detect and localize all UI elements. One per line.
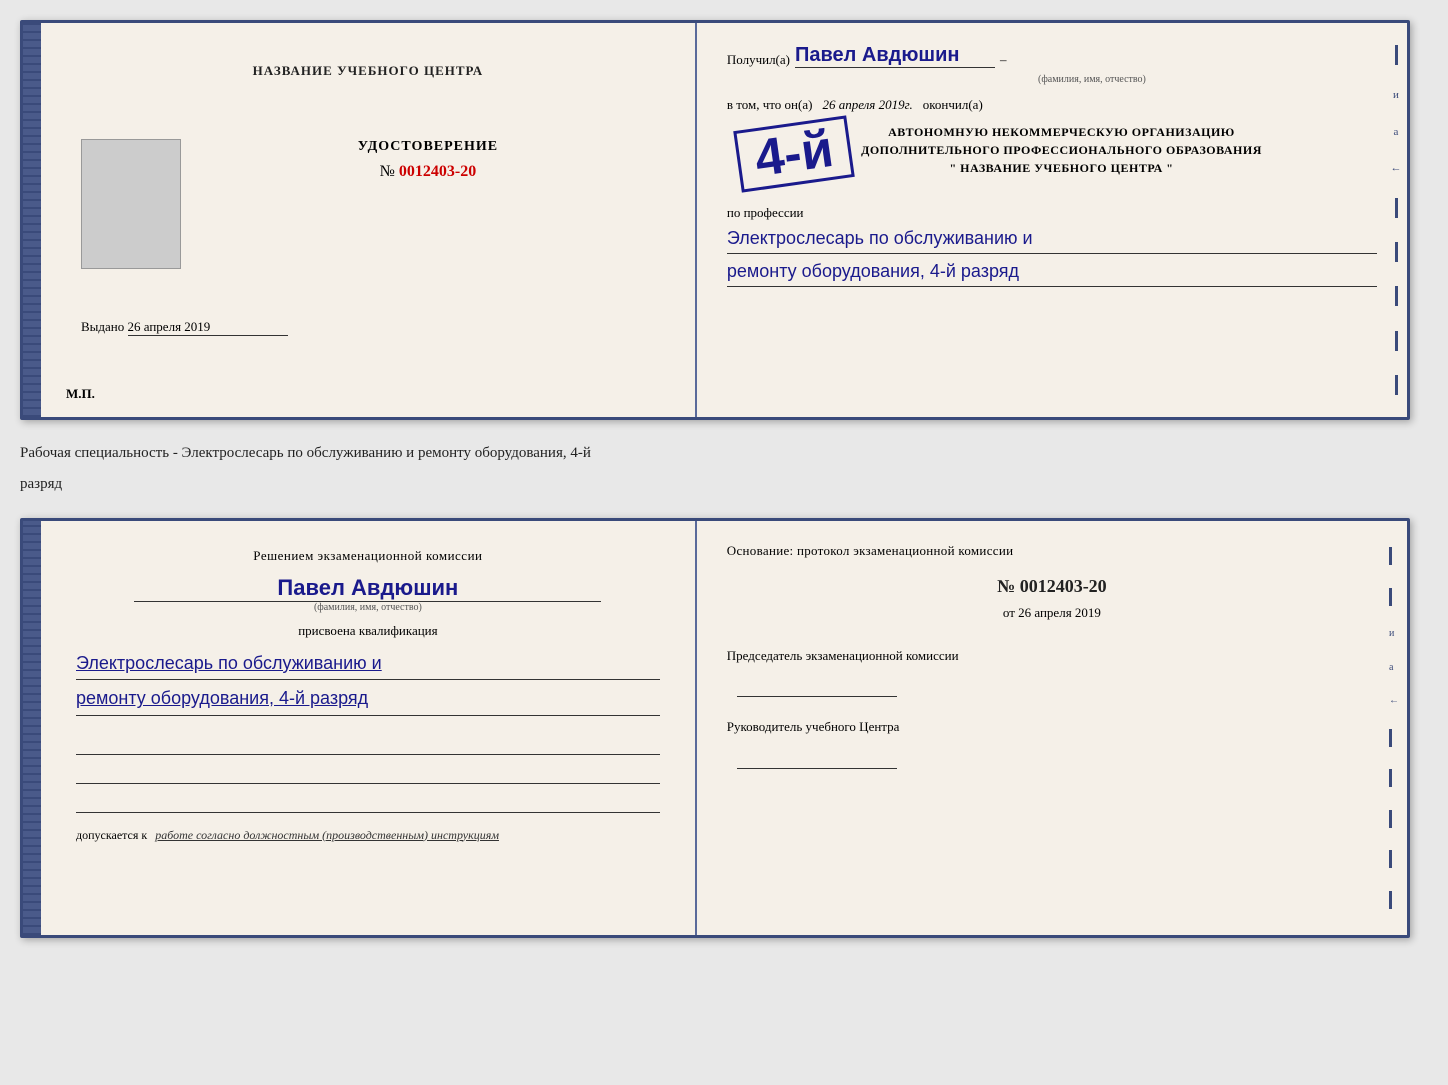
vtom-line: в том, что он(а) 26 апреля 2019г. окончи… [727, 97, 1377, 113]
edge-bar-3 [1389, 729, 1392, 747]
director-label: Руководитель учебного Центра [727, 717, 1377, 737]
bottom-line-2 [76, 760, 660, 784]
center-name-top: НАЗВАНИЕ УЧЕБНОГО ЦЕНТРА [253, 63, 484, 79]
grade-stamp: 4-й [733, 115, 855, 192]
chairman-label: Председатель экзаменационной комиссии [727, 646, 1377, 666]
org-name: " НАЗВАНИЕ УЧЕБНОГО ЦЕНТРА " [861, 159, 1262, 177]
doc-left-panel: НАЗВАНИЕ УЧЕБНОГО ЦЕНТРА УДОСТОВЕРЕНИЕ №… [41, 23, 697, 417]
edge-bar-6 [1389, 850, 1392, 868]
side-bar-3 [1395, 242, 1398, 262]
mp-label: М.П. [66, 386, 95, 402]
profession-line2-top: ремонту оборудования, 4-й разряд [727, 257, 1377, 287]
protocol-date-prefix: от [1003, 605, 1015, 620]
issued-date: 26 апреля 2019 [128, 319, 288, 336]
issued-line: Выдано 26 апреля 2019 [81, 319, 655, 336]
doc-spine [23, 23, 41, 417]
cert-title-block: УДОСТОВЕРЕНИЕ № 0012403-20 [201, 139, 655, 181]
edge-bar-1 [1389, 547, 1392, 565]
org-line2: ДОПОЛНИТЕЛЬНОГО ПРОФЕССИОНАЛЬНОГО ОБРАЗО… [861, 141, 1262, 159]
recipient-prefix: Получил(а) [727, 52, 790, 68]
cert-number-row: № 0012403-20 [201, 163, 655, 181]
допускается-block: допускается к работе согласно должностны… [76, 828, 660, 843]
protocol-number-prefix: № [997, 576, 1015, 596]
middle-text-line2: разряд [20, 469, 1428, 500]
commission-decision-text: Решением экзаменационной комиссии [76, 546, 660, 567]
chairman-sig-line [737, 673, 897, 697]
допускается-prefix: допускается к [76, 828, 147, 842]
edge-bar-2 [1389, 588, 1392, 606]
qualification-line2: ремонту оборудования, 4-й разряд [76, 682, 660, 715]
photo-placeholder [81, 139, 181, 269]
side-decoration-top: и а ← [1385, 23, 1407, 417]
допускается-text: работе согласно должностным (производств… [155, 828, 499, 842]
protocol-date-row: от 26 апреля 2019 [727, 605, 1377, 621]
vtom-prefix: в том, что он(а) [727, 97, 813, 113]
side-label-arrow: ← [1391, 162, 1402, 174]
side-bar-1 [1395, 45, 1398, 65]
director-signature-block: Руководитель учебного Центра [727, 717, 1377, 769]
side-label-a: а [1394, 126, 1399, 138]
bottom-lines-area [76, 731, 660, 813]
doc-left-bottom-panel: Решением экзаменационной комиссии Павел … [41, 521, 697, 935]
side-decoration-bottom: и а ← [1389, 521, 1399, 935]
side-label-i: и [1393, 89, 1399, 101]
profession-line1-top: Электрослесарь по обслуживанию и [727, 224, 1377, 254]
org-block: АВТОНОМНУЮ НЕКОММЕРЧЕСКУЮ ОРГАНИЗАЦИЮ ДО… [861, 123, 1262, 177]
page-wrapper: НАЗВАНИЕ УЧЕБНОГО ЦЕНТРА УДОСТОВЕРЕНИЕ №… [20, 20, 1428, 938]
doc-spine-bottom [23, 521, 41, 935]
left-middle-section: УДОСТОВЕРЕНИЕ № 0012403-20 [81, 139, 655, 269]
document-bottom: Решением экзаменационной комиссии Павел … [20, 518, 1410, 938]
edge-bar-7 [1389, 891, 1392, 909]
doc-right-panel: Получил(а) Павел Авдюшин – (фамилия, имя… [697, 23, 1407, 417]
side-bar-2 [1395, 198, 1398, 218]
side-bar-4 [1395, 286, 1398, 306]
doc-right-bottom-panel: Основание: протокол экзаменационной коми… [697, 521, 1407, 935]
cert-number-prefix: № [380, 163, 395, 180]
chairman-signature-block: Председатель экзаменационной комиссии [727, 646, 1377, 698]
qualification-label: присвоена квалификация [76, 623, 660, 639]
middle-text-line1: Рабочая специальность - Электрослесарь п… [20, 438, 1428, 469]
bottom-line-1 [76, 731, 660, 755]
protocol-number-row: № 0012403-20 [727, 576, 1377, 597]
vtom-date: 26 апреля 2019г. [822, 97, 912, 113]
cert-title-label: УДОСТОВЕРЕНИЕ [201, 139, 655, 155]
edge-label-i: и [1389, 628, 1399, 639]
middle-text-area: Рабочая специальность - Электрослесарь п… [20, 438, 1428, 500]
recipient-name: Павел Авдюшин [795, 43, 995, 68]
osnov-label: Основание: протокол экзаменационной коми… [727, 541, 1377, 561]
issued-label: Выдано [81, 319, 124, 334]
cert-number-value: 0012403-20 [399, 163, 476, 180]
side-bar-5 [1395, 331, 1398, 351]
protocol-date-value: 26 апреля 2019 [1018, 605, 1101, 620]
profession-block-top: по профессии Электрослесарь по обслужива… [727, 205, 1377, 287]
po-professii-label: по профессии [727, 205, 804, 220]
recipient-line: Получил(а) Павел Авдюшин – [727, 43, 1377, 68]
edge-bar-4 [1389, 769, 1392, 787]
qualification-line1: Электрослесарь по обслуживанию и [76, 647, 660, 680]
protocol-number-value: 0012403-20 [1020, 576, 1107, 596]
document-top: НАЗВАНИЕ УЧЕБНОГО ЦЕНТРА УДОСТОВЕРЕНИЕ №… [20, 20, 1410, 420]
side-bar-6 [1395, 375, 1398, 395]
director-sig-line [737, 745, 897, 769]
bottom-line-3 [76, 789, 660, 813]
fio-hint-bottom: (фамилия, имя, отчество) [76, 602, 660, 613]
fio-hint-top: (фамилия, имя, отчество) [807, 74, 1377, 85]
stamp-area: 4-й АВТОНОМНУЮ НЕКОММЕРЧЕСКУЮ ОРГАНИЗАЦИ… [727, 118, 1377, 190]
edge-label-arrow: ← [1389, 695, 1399, 706]
person-name-bottom: Павел Авдюшин [134, 575, 601, 602]
edge-bar-5 [1389, 810, 1392, 828]
org-line1: АВТОНОМНУЮ НЕКОММЕРЧЕСКУЮ ОРГАНИЗАЦИЮ [861, 123, 1262, 141]
edge-label-a: а [1389, 662, 1399, 673]
okoncil-text: окончил(а) [923, 97, 983, 113]
